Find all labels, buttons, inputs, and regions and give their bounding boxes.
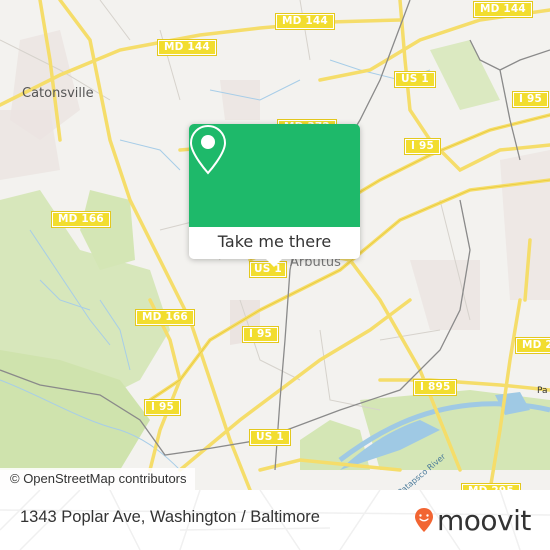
- route-shield-i95: I 95: [144, 399, 181, 416]
- map-attribution[interactable]: © OpenStreetMap contributors: [0, 468, 195, 490]
- route-shield-md166: MD 166: [51, 211, 111, 228]
- route-shield-us1: US 1: [394, 71, 436, 88]
- moovit-pin-icon: [415, 508, 433, 532]
- place-label-catonsville: Catonsville: [22, 86, 94, 101]
- popup-header[interactable]: [189, 124, 360, 227]
- route-shield-md144: MD 144: [275, 13, 335, 30]
- address-label: 1343 Poplar Ave, Washington / Baltimore: [20, 508, 320, 526]
- route-shield-md144: MD 144: [157, 39, 217, 56]
- popup-pointer: [266, 259, 282, 267]
- river-label-partial: Pa: [537, 386, 548, 396]
- moovit-wordmark: moovit: [437, 503, 531, 537]
- route-shield-md144: MD 144: [473, 1, 533, 18]
- route-shield-us1: US 1: [249, 429, 291, 446]
- route-shield-i95: I 95: [512, 91, 549, 108]
- route-shield-md295: MD 295: [515, 337, 550, 354]
- route-shield-md166: MD 166: [135, 309, 195, 326]
- map[interactable]: Catonsville Arbutus Patapsco River Pa MD…: [0, 0, 550, 490]
- route-shield-i95: I 95: [404, 138, 441, 155]
- take-me-there-button[interactable]: Take me there: [189, 227, 360, 259]
- route-shield-i95: I 95: [242, 326, 279, 343]
- map-pin-icon: [189, 124, 227, 175]
- footer-bar: 1343 Poplar Ave, Washington / Baltimore …: [0, 490, 550, 550]
- destination-popup[interactable]: Take me there: [189, 124, 360, 267]
- route-shield-i895: I 895: [412, 379, 458, 396]
- moovit-logo: moovit: [414, 500, 531, 540]
